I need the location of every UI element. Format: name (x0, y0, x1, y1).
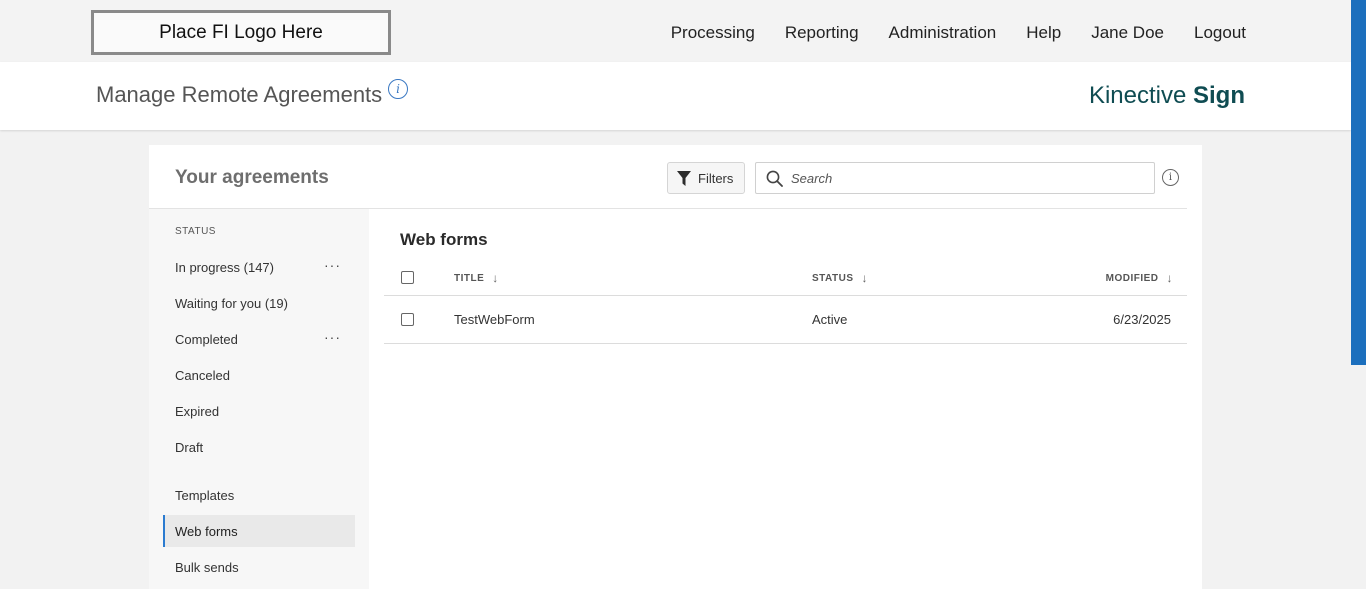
status-sidebar: STATUS In progress (147) ··· Waiting for… (149, 209, 369, 589)
status-section-label: STATUS (175, 226, 216, 237)
search-input[interactable] (791, 170, 1131, 186)
main-nav: Processing Reporting Administration Help… (671, 0, 1246, 66)
sort-down-icon: ↓ (492, 271, 499, 285)
search-info-icon[interactable]: i (1162, 169, 1179, 186)
table-row[interactable]: TestWebForm Active 6/23/2025 (384, 296, 1187, 344)
brand-name-light: Kinective (1088, 82, 1193, 109)
column-header-status[interactable]: STATUS ↓ (812, 271, 868, 285)
sidebar-item-label: Draft (175, 439, 204, 455)
cell-modified: 6/23/2025 (1113, 312, 1171, 327)
sidebar-item-templates[interactable]: Templates (163, 479, 355, 511)
section-title: Web forms (400, 230, 488, 249)
agreements-panel: Your agreements Filters i STATUS In prog… (149, 145, 1202, 589)
sidebar-item-label: Canceled (175, 367, 230, 383)
more-icon[interactable]: ··· (324, 257, 341, 273)
page-scrollbar[interactable] (1351, 0, 1366, 589)
more-icon[interactable]: ··· (324, 329, 341, 345)
sidebar-item-draft[interactable]: Draft (163, 431, 355, 463)
sidebar-item-label: Web forms (175, 523, 238, 539)
brand-logo: Kinective Sign (1089, 82, 1245, 110)
column-label: STATUS (812, 272, 854, 284)
sidebar-item-in-progress[interactable]: In progress (147) ··· (163, 251, 355, 283)
nav-logout[interactable]: Logout (1194, 23, 1246, 43)
nav-processing[interactable]: Processing (671, 23, 755, 43)
search-icon (766, 170, 783, 187)
nav-user-name[interactable]: Jane Doe (1091, 23, 1164, 43)
filter-icon (677, 170, 691, 186)
sidebar-item-completed[interactable]: Completed ··· (163, 323, 355, 355)
top-bar: Place FI Logo Here Processing Reporting … (0, 0, 1351, 62)
sidebar-item-bulk-sends[interactable]: Bulk sends (163, 551, 355, 583)
sort-down-icon: ↓ (861, 271, 869, 285)
table-header: TITLE ↓ STATUS ↓ MODIFIED ↓ (384, 259, 1187, 296)
sidebar-item-expired[interactable]: Expired (163, 395, 355, 427)
page-header: Manage Remote Agreements i Kinective Sig… (0, 62, 1351, 130)
panel-title: Your agreements (175, 167, 329, 188)
select-all-checkbox[interactable] (401, 271, 414, 284)
sort-down-icon: ↓ (1166, 271, 1173, 285)
nav-help[interactable]: Help (1026, 23, 1061, 43)
row-checkbox[interactable] (401, 313, 414, 326)
logo-placeholder: Place FI Logo Here (91, 10, 391, 55)
column-header-modified[interactable]: MODIFIED ↓ (1106, 271, 1173, 285)
nav-reporting[interactable]: Reporting (785, 23, 859, 43)
panel-header: Your agreements Filters i (149, 145, 1187, 209)
sidebar-item-canceled[interactable]: Canceled (163, 359, 355, 391)
sidebar-item-label: Templates (175, 487, 235, 503)
sidebar-item-label: Expired (175, 403, 220, 419)
sidebar-item-label: In progress (147) (175, 259, 274, 275)
column-header-title[interactable]: TITLE ↓ (454, 271, 499, 285)
brand-name-bold: Sign (1193, 82, 1245, 109)
sidebar-item-web-forms[interactable]: Web forms (163, 515, 355, 547)
cell-status: Active (812, 312, 848, 327)
column-label: MODIFIED (1105, 272, 1159, 284)
filters-button[interactable]: Filters (667, 162, 745, 194)
sidebar-item-waiting-for-you[interactable]: Waiting for you (19) (163, 287, 355, 319)
filters-label: Filters (698, 170, 734, 186)
sidebar-item-label: Completed (175, 331, 238, 347)
sidebar-item-label: Waiting for you (19) (175, 295, 288, 311)
scrollbar-thumb[interactable] (1351, 0, 1366, 365)
info-icon[interactable]: i (388, 79, 408, 99)
sidebar-item-label: Bulk sends (175, 559, 239, 575)
search-field[interactable] (755, 162, 1155, 194)
column-label: TITLE (454, 272, 485, 284)
cell-title[interactable]: TestWebForm (454, 312, 535, 327)
page-title: Manage Remote Agreements (96, 82, 383, 107)
nav-administration[interactable]: Administration (889, 23, 997, 43)
